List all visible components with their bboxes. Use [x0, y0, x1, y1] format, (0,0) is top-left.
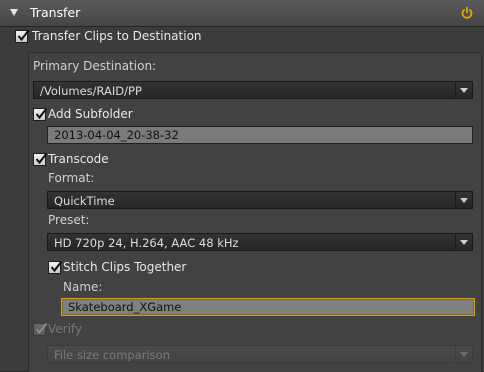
primary-destination-label: Primary Destination:	[33, 59, 157, 73]
check-icon	[35, 322, 48, 335]
subfolder-name-input[interactable]: 2013-04-04_20-38-32	[47, 126, 473, 144]
transfer-clips-label[interactable]: Transfer Clips to Destination	[32, 29, 202, 43]
check-icon	[35, 107, 48, 120]
preset-value: HD 720p 24, H.264, AAC 48 kHz	[54, 236, 239, 250]
check-icon	[50, 260, 63, 273]
preset-select[interactable]: HD 720p 24, H.264, AAC 48 kHz	[47, 233, 473, 251]
format-select[interactable]: QuickTime	[47, 191, 473, 209]
add-subfolder-label[interactable]: Add Subfolder	[48, 107, 133, 121]
stitch-clips-checkbox[interactable]	[48, 260, 63, 274]
chevron-down-icon	[455, 234, 472, 250]
preset-label: Preset:	[48, 213, 90, 227]
primary-destination-select[interactable]: /Volumes/RAID/PP	[33, 81, 473, 99]
format-value: QuickTime	[54, 194, 115, 208]
primary-destination-value: /Volumes/RAID/PP	[40, 84, 142, 98]
chevron-down-icon	[455, 82, 472, 98]
chevron-down-icon	[455, 192, 472, 208]
chevron-down-icon	[455, 346, 472, 362]
stitch-name-label: Name:	[63, 280, 103, 294]
transfer-clips-checkbox[interactable]	[15, 29, 30, 43]
add-subfolder-checkbox[interactable]	[33, 107, 48, 121]
transfer-settings-group: Primary Destination: /Volumes/RAID/PP Ad…	[28, 52, 482, 372]
power-icon[interactable]	[460, 6, 474, 20]
panel-header[interactable]: Transfer	[0, 0, 484, 27]
verify-method-value: File size comparison	[54, 348, 170, 362]
stitch-name-input[interactable]: Skateboard_XGame	[61, 298, 475, 316]
format-label: Format:	[48, 171, 95, 185]
verify-label[interactable]: Verify	[48, 322, 82, 336]
transfer-panel: Transfer Transfer Clips to Destination P…	[0, 0, 484, 372]
stitch-clips-label[interactable]: Stitch Clips Together	[63, 260, 186, 274]
transcode-label[interactable]: Transcode	[48, 152, 109, 166]
collapse-arrow-icon[interactable]	[10, 9, 18, 16]
verify-method-select[interactable]: File size comparison	[47, 345, 473, 363]
check-icon	[17, 29, 30, 42]
panel-title: Transfer	[30, 5, 81, 20]
check-icon	[35, 152, 48, 165]
verify-checkbox[interactable]	[33, 322, 48, 336]
transcode-checkbox[interactable]	[33, 152, 48, 166]
